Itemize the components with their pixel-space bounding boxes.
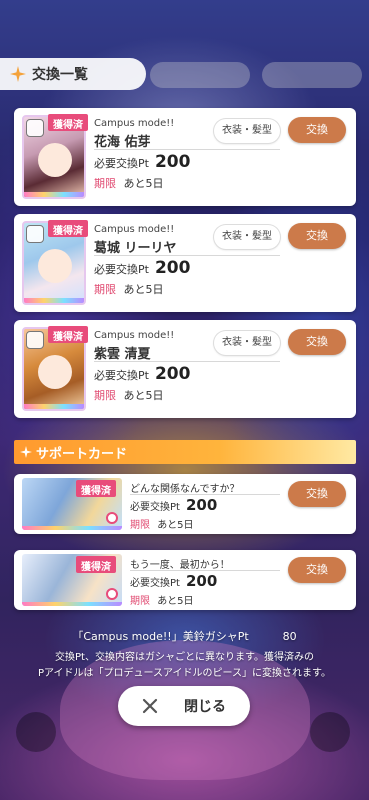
pt-label: 必要交換Pt bbox=[94, 369, 149, 382]
time-limit: 期限 あと5日 bbox=[94, 281, 164, 297]
limit-label: 期限 bbox=[94, 389, 116, 402]
card-source: Campus mode!! bbox=[94, 224, 175, 235]
limit-value: あと5日 bbox=[123, 389, 164, 402]
support-card-title: もう一度、最初から！ bbox=[130, 560, 230, 571]
pt-amount: 80 bbox=[282, 630, 297, 643]
divider bbox=[94, 149, 280, 150]
obtained-badge: 獲得済 bbox=[76, 480, 116, 497]
idol-name: 紫雲 清夏 bbox=[94, 347, 151, 362]
type-icon bbox=[106, 512, 118, 524]
exchange-button[interactable]: 交換 bbox=[288, 557, 346, 583]
pt-value: 200 bbox=[185, 572, 218, 590]
idol-exchange-card: 獲得済 Campus mode!! 花海 佑芽 必要交換Pt 200 期限 あと… bbox=[14, 108, 356, 206]
required-pt: 必要交換Pt 200 bbox=[94, 152, 190, 172]
divider bbox=[130, 570, 280, 571]
obtained-badge: 獲得済 bbox=[76, 556, 116, 573]
card-source: Campus mode!! bbox=[94, 330, 175, 341]
time-limit: 期限 あと5日 bbox=[130, 592, 194, 607]
obtained-badge: 獲得済 bbox=[48, 114, 88, 131]
support-card-title: どんな関係なんですか？ bbox=[130, 484, 240, 495]
idol-exchange-card: 獲得済 Campus mode!! 葛城 リーリヤ 必要交換Pt 200 期限 … bbox=[14, 214, 356, 312]
pt-label: 必要交換Pt bbox=[130, 578, 180, 589]
sparkle-icon bbox=[20, 446, 32, 458]
obtained-badge: 獲得済 bbox=[48, 326, 88, 343]
time-limit: 期限 あと5日 bbox=[94, 175, 164, 191]
time-limit: 期限 あと5日 bbox=[94, 387, 164, 403]
idol-type-icon bbox=[26, 225, 44, 243]
obtained-badge: 獲得済 bbox=[48, 220, 88, 237]
divider bbox=[94, 255, 280, 256]
exchange-button[interactable]: 交換 bbox=[288, 481, 346, 507]
divider bbox=[94, 361, 280, 362]
pt-value: 200 bbox=[185, 496, 218, 514]
pt-label: 必要交換Pt bbox=[130, 502, 180, 513]
limit-value: あと5日 bbox=[123, 177, 164, 190]
pt-value: 200 bbox=[154, 364, 191, 384]
idol-type-icon bbox=[26, 331, 44, 349]
gacha-pt-info: 「Campus mode!!」美鈴ガシャPt 80 交換Pt、交換内容はガシャごと… bbox=[0, 628, 369, 682]
limit-value: あと5日 bbox=[157, 520, 194, 531]
idol-type-icon bbox=[26, 119, 44, 137]
costume-category-chip[interactable]: 衣装・髪型 bbox=[214, 119, 280, 143]
page-title: 交換一覧 bbox=[32, 67, 88, 83]
limit-label: 期限 bbox=[94, 177, 116, 190]
limit-label: 期限 bbox=[94, 283, 116, 296]
sparkle-icon bbox=[10, 66, 26, 82]
required-pt: 必要交換Pt 200 bbox=[94, 258, 190, 278]
type-icon bbox=[106, 588, 118, 600]
required-pt: 必要交換Pt 200 bbox=[130, 496, 217, 514]
card-source: Campus mode!! bbox=[94, 118, 175, 129]
divider bbox=[130, 494, 280, 495]
pt-label: 必要交換Pt bbox=[94, 157, 149, 170]
exchange-button[interactable]: 交換 bbox=[288, 117, 346, 143]
costume-category-chip[interactable]: 衣装・髪型 bbox=[214, 225, 280, 249]
pt-label: 必要交換Pt bbox=[94, 263, 149, 276]
note-text: Pアイドルは「プロデュースアイドルのピース」に変換されます。 bbox=[37, 668, 332, 679]
limit-label: 期限 bbox=[130, 520, 150, 531]
close-icon bbox=[142, 698, 158, 714]
time-limit: 期限 あと5日 bbox=[130, 516, 194, 531]
support-exchange-card: 獲得済 どんな関係なんですか？ 必要交換Pt 200 期限 あと5日 交換 bbox=[14, 474, 356, 534]
pt-name: 「Campus mode!!」美鈴ガシャPt bbox=[72, 630, 249, 643]
idol-name: 葛城 リーリヤ bbox=[94, 241, 177, 256]
pt-value: 200 bbox=[154, 152, 191, 172]
idol-exchange-card: 獲得済 Campus mode!! 紫雲 清夏 必要交換Pt 200 期限 あと… bbox=[14, 320, 356, 418]
section-title: サポートカード bbox=[36, 446, 128, 462]
note-text: 交換Pt、交換内容はガシャごとに異なります。獲得済みの bbox=[55, 652, 314, 663]
close-label: 閉じる bbox=[184, 699, 226, 715]
pt-value: 200 bbox=[154, 258, 191, 278]
list-header: 交換一覧 bbox=[0, 58, 146, 90]
limit-label: 期限 bbox=[130, 596, 150, 607]
pt-balance: 「Campus mode!!」美鈴ガシャPt 80 bbox=[0, 628, 369, 644]
required-pt: 必要交換Pt 200 bbox=[94, 364, 190, 384]
required-pt: 必要交換Pt 200 bbox=[130, 572, 217, 590]
limit-value: あと5日 bbox=[123, 283, 164, 296]
close-button[interactable]: 閉じる bbox=[118, 686, 250, 726]
limit-value: あと5日 bbox=[157, 596, 194, 607]
exchange-button[interactable]: 交換 bbox=[288, 329, 346, 355]
costume-category-chip[interactable]: 衣装・髪型 bbox=[214, 331, 280, 355]
support-card-section-header: サポートカード bbox=[14, 440, 356, 464]
idol-name: 花海 佑芽 bbox=[94, 135, 151, 150]
exchange-button[interactable]: 交換 bbox=[288, 223, 346, 249]
support-exchange-card: 獲得済 もう一度、最初から！ 必要交換Pt 200 期限 あと5日 交換 bbox=[14, 550, 356, 610]
